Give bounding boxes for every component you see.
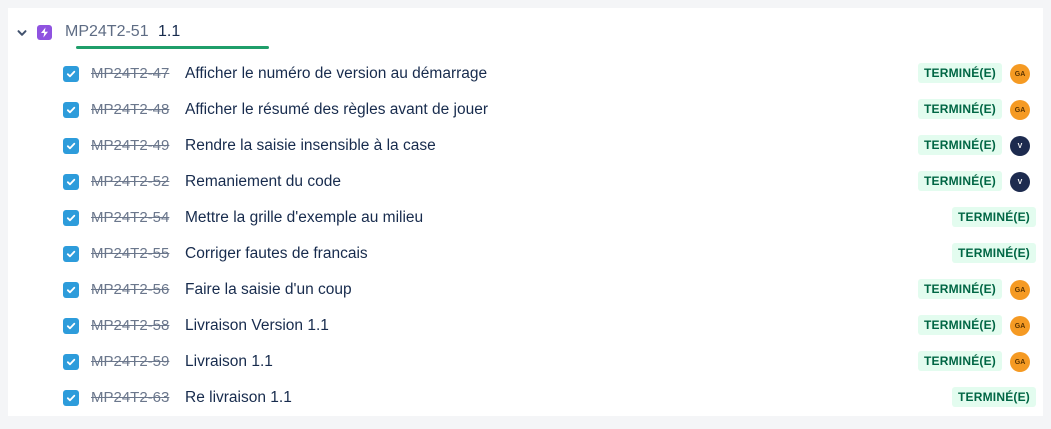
status-badge[interactable]: TERMINÉ(E) <box>918 171 1002 191</box>
issue-row[interactable]: MP24T2-48 Afficher le résumé des règles a… <box>8 92 1043 128</box>
epic-version: 1.1 <box>158 23 181 40</box>
issue-row[interactable]: MP24T2-59 Livraison 1.1 TERMINÉ(E) GA <box>8 344 1043 380</box>
avatar[interactable]: GA <box>1010 352 1030 372</box>
issue-row[interactable]: MP24T2-52 Remaniement du code TERMINÉ(E) V <box>8 164 1043 200</box>
checkbox-checked-icon <box>63 210 79 226</box>
issue-row[interactable]: MP24T2-63 Re livraison 1.1 TERMINÉ(E) <box>8 380 1043 416</box>
checkbox-checked-icon <box>63 66 79 82</box>
issue-summary[interactable]: Livraison Version 1.1 <box>185 317 329 335</box>
issue-summary[interactable]: Re livraison 1.1 <box>185 389 292 407</box>
status-badge[interactable]: TERMINÉ(E) <box>918 63 1002 83</box>
status-badge[interactable]: TERMINÉ(E) <box>918 135 1002 155</box>
issue-row[interactable]: MP24T2-49 Rendre la saisie insensible à l… <box>8 128 1043 164</box>
issue-key[interactable]: MP24T2-58 <box>91 317 169 334</box>
checkbox-checked-icon <box>63 102 79 118</box>
status-badge[interactable]: TERMINÉ(E) <box>918 315 1002 335</box>
issue-key[interactable]: MP24T2-63 <box>91 389 169 406</box>
checkbox-checked-icon <box>63 174 79 190</box>
issue-row[interactable]: MP24T2-47 Afficher le numéro de version a… <box>8 56 1043 92</box>
issue-summary[interactable]: Corriger fautes de francais <box>185 245 368 263</box>
checkbox-checked-icon <box>63 282 79 298</box>
epic-panel: MP24T2-51 1.1 MP24T2-47 Afficher le numér… <box>8 8 1043 416</box>
status-badge[interactable]: TERMINÉ(E) <box>918 99 1002 119</box>
issue-key[interactable]: MP24T2-52 <box>91 173 169 190</box>
checkbox-checked-icon <box>63 390 79 406</box>
avatar[interactable]: GA <box>1010 64 1030 84</box>
issue-row[interactable]: MP24T2-58 Livraison Version 1.1 TERMINÉ(E)… <box>8 308 1043 344</box>
issue-key[interactable]: MP24T2-55 <box>91 245 169 262</box>
chevron-down-icon[interactable] <box>16 26 28 38</box>
issue-summary[interactable]: Rendre la saisie insensible à la case <box>185 137 436 155</box>
checkbox-checked-icon <box>63 354 79 370</box>
avatar[interactable]: V <box>1010 136 1030 156</box>
status-badge[interactable]: TERMINÉ(E) <box>952 243 1036 263</box>
epic-progress-underline <box>76 46 269 49</box>
issue-key[interactable]: MP24T2-47 <box>91 65 169 82</box>
checkbox-checked-icon <box>63 246 79 262</box>
issue-row[interactable]: MP24T2-56 Faire la saisie d'un coup TERMIN… <box>8 272 1043 308</box>
issue-row[interactable]: MP24T2-54 Mettre la grille d'exemple au m… <box>8 200 1043 236</box>
epic-row[interactable]: MP24T2-51 1.1 <box>8 8 1043 56</box>
status-badge[interactable]: TERMINÉ(E) <box>952 207 1036 227</box>
issue-key[interactable]: MP24T2-49 <box>91 137 169 154</box>
checkbox-checked-icon <box>63 138 79 154</box>
issue-key[interactable]: MP24T2-54 <box>91 209 169 226</box>
issue-key[interactable]: MP24T2-59 <box>91 353 169 370</box>
issue-key[interactable]: MP24T2-48 <box>91 101 169 118</box>
issue-summary[interactable]: Faire la saisie d'un coup <box>185 281 352 299</box>
epic-key[interactable]: MP24T2-51 <box>65 23 149 41</box>
issue-summary[interactable]: Mettre la grille d'exemple au milieu <box>185 209 423 227</box>
avatar[interactable]: GA <box>1010 100 1030 120</box>
issue-row[interactable]: MP24T2-55 Corriger fautes de francais TERM… <box>8 236 1043 272</box>
issue-key[interactable]: MP24T2-56 <box>91 281 169 298</box>
lightning-icon <box>37 25 52 40</box>
issue-summary[interactable]: Afficher le résumé des règles avant de j… <box>185 101 488 119</box>
avatar[interactable]: GA <box>1010 316 1030 336</box>
status-badge[interactable]: TERMINÉ(E) <box>952 387 1036 407</box>
checkbox-checked-icon <box>63 318 79 334</box>
issue-summary[interactable]: Afficher le numéro de version au démarra… <box>185 65 487 83</box>
issue-list: MP24T2-47 Afficher le numéro de version a… <box>8 56 1043 416</box>
issue-summary[interactable]: Livraison 1.1 <box>185 353 273 371</box>
avatar[interactable]: GA <box>1010 280 1030 300</box>
avatar[interactable]: V <box>1010 172 1030 192</box>
status-badge[interactable]: TERMINÉ(E) <box>918 279 1002 299</box>
status-badge[interactable]: TERMINÉ(E) <box>918 351 1002 371</box>
issue-summary[interactable]: Remaniement du code <box>185 173 341 191</box>
